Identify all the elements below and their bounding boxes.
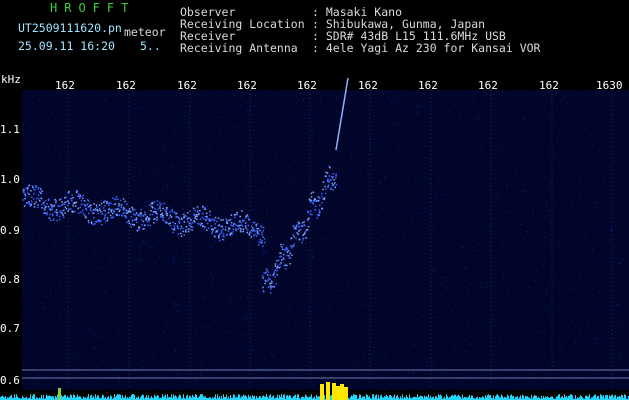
spectrogram: [0, 77, 629, 400]
noise-layer: [22, 90, 629, 390]
